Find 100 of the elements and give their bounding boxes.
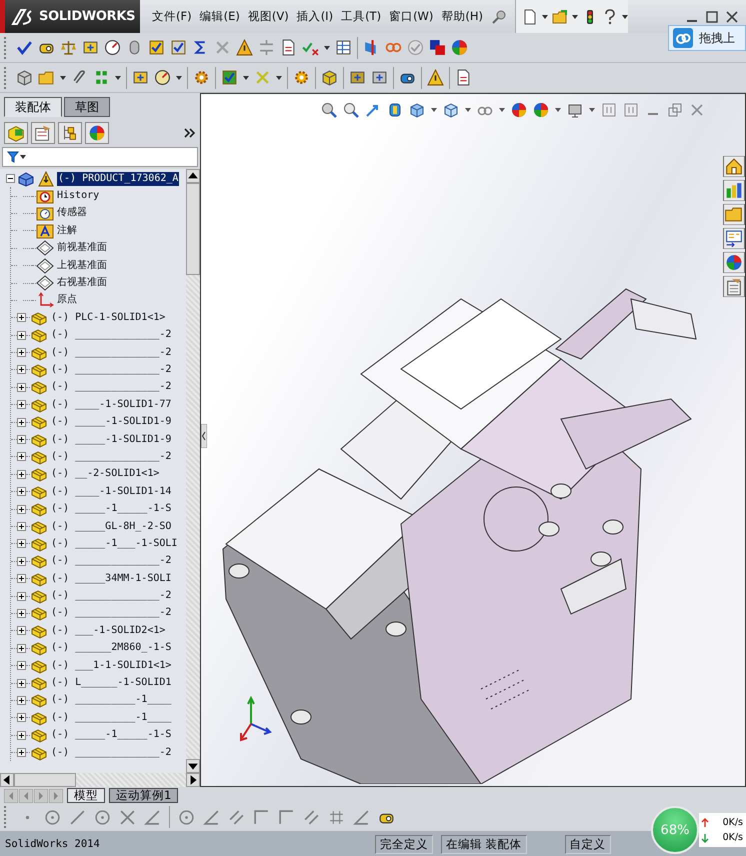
- restore-icon[interactable]: [667, 102, 683, 118]
- cube-icon[interactable]: [409, 102, 425, 118]
- gears-icon[interactable]: [193, 69, 210, 86]
- tree-item[interactable]: (-) ______________-2: [50, 554, 172, 568]
- expand-icon[interactable]: [17, 522, 26, 531]
- caret-icon[interactable]: [465, 108, 471, 112]
- expand-icon[interactable]: [17, 644, 26, 653]
- caret-icon[interactable]: [572, 14, 578, 18]
- expand-icon[interactable]: [17, 730, 26, 740]
- configuration-icon[interactable]: [58, 122, 82, 144]
- angle-icon[interactable]: [203, 808, 220, 826]
- menu-item[interactable]: 工具(T): [337, 9, 386, 24]
- caret-icon[interactable]: [243, 76, 249, 80]
- tree-item[interactable]: (-) _____-1___-1-SOLI: [50, 536, 178, 551]
- checkmark-icon[interactable]: [16, 39, 33, 56]
- caret-icon[interactable]: [542, 14, 548, 18]
- tree-item[interactable]: 右视基准面: [56, 276, 108, 290]
- expand-icon[interactable]: [17, 539, 26, 548]
- panel-tab[interactable]: 装配体: [4, 97, 62, 117]
- tree-item[interactable]: (-) ___-1-SOLID2<1>: [50, 624, 166, 638]
- expand-icon[interactable]: [17, 696, 26, 705]
- graphics-area[interactable]: [200, 93, 746, 787]
- vertical-scrollbar[interactable]: [186, 169, 200, 773]
- tree-item[interactable]: 原点: [56, 293, 78, 308]
- tree-item[interactable]: (-) _____-1-SOLID1-9: [50, 415, 172, 430]
- checkbox-icon[interactable]: [148, 39, 165, 56]
- menu-item[interactable]: 帮助(H): [437, 9, 488, 24]
- maximize-icon[interactable]: [704, 8, 720, 24]
- expand-icon[interactable]: [17, 556, 26, 566]
- cube-icon[interactable]: [16, 69, 33, 86]
- check-circle-icon[interactable]: [407, 39, 424, 56]
- line-icon[interactable]: [69, 808, 86, 826]
- pin-icon[interactable]: [491, 8, 508, 24]
- expand-icon[interactable]: [17, 330, 26, 340]
- tree-item[interactable]: (-) ______________-2: [50, 328, 172, 342]
- circle-icon[interactable]: [94, 808, 111, 826]
- caret-icon[interactable]: [589, 108, 595, 112]
- tree-item[interactable]: 传感器: [56, 206, 88, 220]
- folder-icon[interactable]: [552, 8, 568, 24]
- caret-icon[interactable]: [276, 76, 282, 80]
- clipboard-icon[interactable]: [723, 276, 745, 297]
- tree-item[interactable]: (-) _____-1-SOLID1-9: [50, 432, 172, 447]
- tree-item[interactable]: (-) ______________-2: [50, 346, 172, 360]
- cube-icon[interactable]: [443, 102, 459, 118]
- tree-item[interactable]: (-) ______________-2: [50, 362, 172, 377]
- model-tab[interactable]: 运动算例1: [109, 788, 178, 803]
- expand-icon[interactable]: [17, 661, 26, 670]
- house-icon[interactable]: [723, 156, 745, 177]
- expand-icon[interactable]: [17, 713, 26, 722]
- expand-icon[interactable]: [17, 748, 26, 758]
- expand-icon[interactable]: [17, 365, 26, 374]
- warning-icon[interactable]: [427, 69, 444, 86]
- split-view-icon[interactable]: [623, 102, 639, 118]
- new-document-icon[interactable]: [522, 8, 538, 24]
- color-ball-icon[interactable]: [451, 39, 468, 56]
- warning-icon[interactable]: [236, 39, 253, 56]
- balance-scale-icon[interactable]: [60, 39, 77, 56]
- tree-item[interactable]: (-) PLC-1-SOLID1<1>: [50, 310, 166, 325]
- tree-item[interactable]: (-) L______-1-SOLID1: [50, 676, 172, 690]
- grid-icon[interactable]: [328, 808, 345, 826]
- angle-icon[interactable]: [144, 808, 161, 826]
- circle-icon[interactable]: [44, 808, 61, 826]
- model-tab[interactable]: 模型: [67, 788, 105, 803]
- scroll-thumb[interactable]: [14, 773, 76, 787]
- tree-item[interactable]: (-) ______________-2: [50, 589, 172, 604]
- parallel-lines-icon[interactable]: [228, 808, 245, 826]
- tree-item[interactable]: (-) __________-1____: [50, 693, 172, 708]
- expand-icon[interactable]: [17, 504, 26, 514]
- cross-icon[interactable]: [119, 808, 136, 826]
- folder-icon[interactable]: [38, 69, 55, 86]
- expand-icon[interactable]: [17, 418, 26, 427]
- arrow-icon[interactable]: [365, 102, 381, 118]
- split-view-icon[interactable]: [601, 102, 617, 118]
- checkbox-icon[interactable]: [170, 39, 187, 56]
- tree-item[interactable]: (-) ____-1-SOLID1-14: [50, 484, 172, 499]
- expand-icon[interactable]: [17, 626, 26, 636]
- tree-item[interactable]: (-) _____-1_____-1-S: [50, 502, 172, 516]
- expand-icon[interactable]: [17, 435, 26, 444]
- tree-item[interactable]: (-) ______________-2: [50, 380, 172, 394]
- expand-icon[interactable]: [17, 678, 26, 688]
- property-sheet-icon[interactable]: [31, 122, 55, 144]
- caret-icon[interactable]: [60, 76, 66, 80]
- panel-tab[interactable]: 草图: [64, 97, 110, 117]
- tree-item[interactable]: (-) ______2M860_-1-S: [50, 641, 172, 656]
- expand-icon[interactable]: [17, 592, 26, 601]
- menu-item[interactable]: 视图(V): [244, 9, 293, 24]
- tree-item[interactable]: (-) ____-1-SOLID1-77: [50, 398, 172, 412]
- tree-item[interactable]: (-) _____-1_____-1-S: [50, 728, 172, 742]
- caret-icon[interactable]: [176, 76, 182, 80]
- menu-item[interactable]: 插入(I): [292, 9, 338, 24]
- tree-item[interactable]: 前视基准面: [56, 241, 108, 256]
- caret-icon[interactable]: [115, 76, 121, 80]
- caret-icon[interactable]: [499, 108, 505, 112]
- panel-collapse-icon[interactable]: [201, 424, 207, 448]
- collapse-icon[interactable]: [6, 174, 15, 184]
- tree-item[interactable]: History: [56, 189, 100, 204]
- color-ball-icon[interactable]: [511, 102, 527, 118]
- tree-item[interactable]: (-) PRODUCT_173062_A: [57, 172, 180, 186]
- tree-item[interactable]: (-) ______________-2: [50, 746, 172, 760]
- expand-icon[interactable]: [17, 574, 26, 584]
